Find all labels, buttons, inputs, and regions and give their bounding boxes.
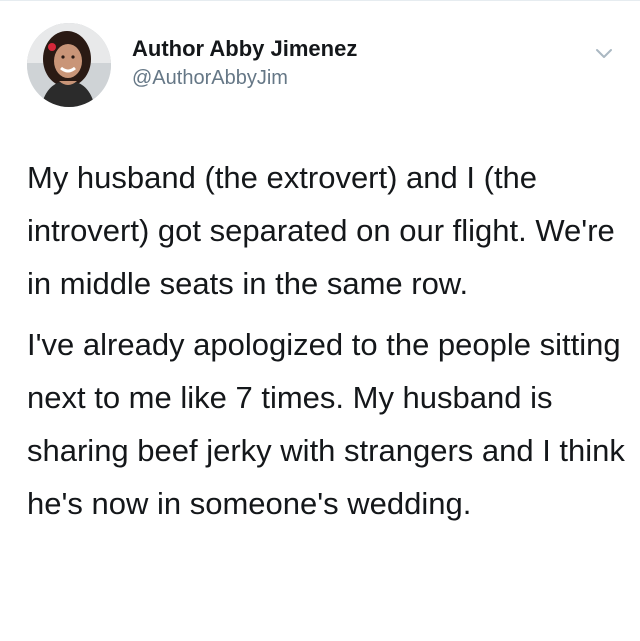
tweet-card: Author Abby Jimenez @AuthorAbbyJim My hu… [0,0,640,641]
author-avatar[interactable] [27,23,111,107]
author-display-name[interactable]: Author Abby Jimenez [132,36,357,62]
chevron-down-icon[interactable] [592,41,616,65]
author-handle[interactable]: @AuthorAbbyJim [132,67,288,90]
tweet-text: My husband (the extrovert) and I (the in… [27,151,627,530]
tweet-paragraph: I've already apologized to the people si… [27,327,625,521]
tweet-paragraph: My husband (the extrovert) and I (the in… [27,160,615,301]
profile-photo-icon [27,23,111,107]
